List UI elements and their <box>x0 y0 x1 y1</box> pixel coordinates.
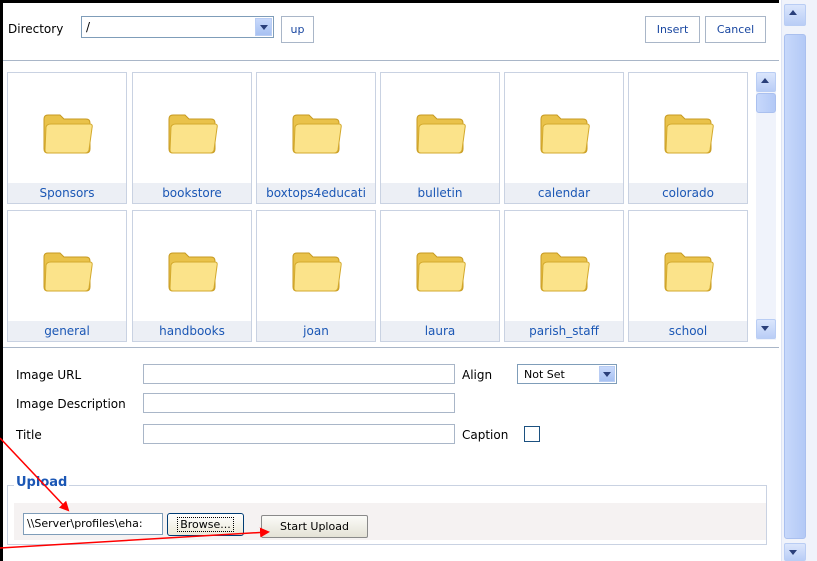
align-select[interactable]: Not Set <box>517 364 617 384</box>
up-button[interactable]: up <box>281 16 314 43</box>
folder-icon <box>416 114 466 154</box>
folder-icon <box>43 252 93 292</box>
folder-icon <box>168 252 218 292</box>
folder-tile[interactable]: general <box>7 210 127 342</box>
window-scroll-thumb[interactable] <box>784 34 806 539</box>
folder-tile[interactable]: calendar <box>504 72 624 204</box>
folder-label: parish_staff <box>505 321 623 341</box>
directory-value: / <box>86 20 91 34</box>
directory-select[interactable]: / <box>81 16 274 38</box>
chevron-down-icon[interactable] <box>599 366 615 382</box>
directory-label: Directory <box>8 22 64 36</box>
folder-icon <box>664 252 714 292</box>
folder-icon <box>292 114 342 154</box>
scroll-up-icon[interactable] <box>784 4 806 26</box>
title-field[interactable] <box>143 424 455 444</box>
folder-label: Sponsors <box>8 183 126 203</box>
folder-icon <box>43 114 93 154</box>
folder-label: bulletin <box>381 183 499 203</box>
folder-label: school <box>629 321 747 341</box>
folder-tile[interactable]: boxtops4educati <box>256 72 376 204</box>
file-path-value: \\Server\profiles\eha: <box>27 517 143 530</box>
align-value: Not Set <box>524 368 565 381</box>
folder-icon <box>540 114 590 154</box>
folder-icon <box>540 252 590 292</box>
folder-tile[interactable]: bulletin <box>380 72 500 204</box>
caption-checkbox[interactable] <box>524 426 540 442</box>
caption-label: Caption <box>462 428 509 442</box>
browse-button[interactable]: Browse... <box>167 513 244 536</box>
folder-scroll-thumb[interactable] <box>756 93 776 113</box>
folder-icon <box>168 114 218 154</box>
folder-tile[interactable]: laura <box>380 210 500 342</box>
image-url-field[interactable] <box>143 364 455 384</box>
folder-tile[interactable]: handbooks <box>132 210 252 342</box>
browse-label: Browse... <box>177 517 234 532</box>
divider <box>3 347 779 348</box>
file-path-input[interactable]: \\Server\profiles\eha: <box>23 513 163 535</box>
folder-icon <box>416 252 466 292</box>
folder-label: calendar <box>505 183 623 203</box>
image-description-field[interactable] <box>143 393 455 413</box>
folder-tile[interactable]: Sponsors <box>7 72 127 204</box>
folder-label: handbooks <box>133 321 251 341</box>
folder-label: bookstore <box>133 183 251 203</box>
start-upload-button[interactable]: Start Upload <box>261 515 368 538</box>
folder-label: general <box>8 321 126 341</box>
image-url-label: Image URL <box>16 368 82 382</box>
folder-icon <box>292 252 342 292</box>
insert-button[interactable]: Insert <box>645 16 700 43</box>
folder-tile[interactable]: colorado <box>628 72 748 204</box>
align-label: Align <box>462 368 493 382</box>
cancel-button[interactable]: Cancel <box>705 16 766 43</box>
folder-label: laura <box>381 321 499 341</box>
folder-tile[interactable]: bookstore <box>132 72 252 204</box>
chevron-down-icon[interactable] <box>255 18 272 36</box>
folder-icon <box>664 114 714 154</box>
folder-tile[interactable]: school <box>628 210 748 342</box>
scroll-down-icon[interactable] <box>784 543 806 561</box>
folder-label: colorado <box>629 183 747 203</box>
folder-tile[interactable]: joan <box>256 210 376 342</box>
scroll-down-icon[interactable] <box>756 319 776 339</box>
folder-grid: Sponsors bookstore boxtops4educati bulletin… <box>3 62 775 342</box>
folder-label: boxtops4educati <box>257 183 375 203</box>
title-label: Title <box>16 428 42 442</box>
folder-tile[interactable]: parish_staff <box>504 210 624 342</box>
image-description-label: Image Description <box>16 397 126 411</box>
upload-legend: Upload <box>14 475 70 490</box>
scroll-up-icon[interactable] <box>756 72 776 92</box>
folder-label: joan <box>257 321 375 341</box>
